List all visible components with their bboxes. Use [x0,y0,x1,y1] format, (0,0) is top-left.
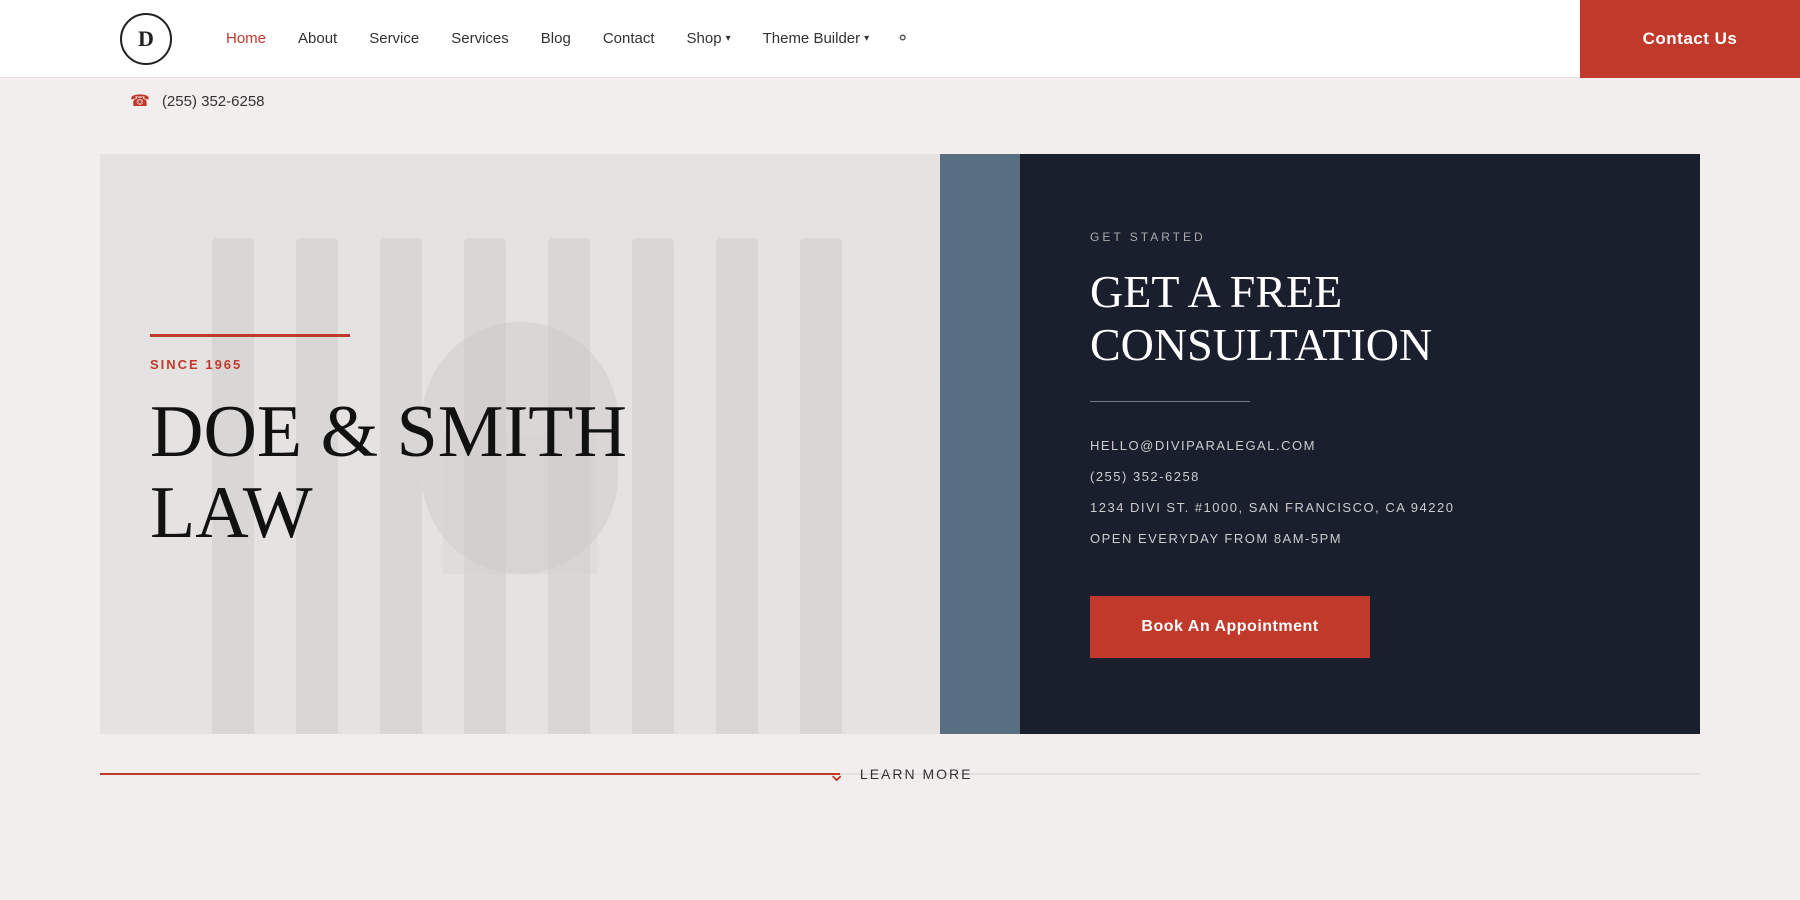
consultation-title: GET A FREE CONSULTATION [1090,266,1630,372]
chevron-down-icon[interactable]: ⌄ [827,761,845,787]
firm-name: DOE & SMITH LAW [150,392,890,555]
nav-contact[interactable]: Contact [589,30,669,47]
nav-blog[interactable]: Blog [527,30,585,47]
nav-services[interactable]: Services [437,30,523,47]
logo[interactable]: D [120,13,172,65]
book-appointment-button[interactable]: Book An Appointment [1090,596,1370,658]
contact-info: HELLO@DIVIPARALEGAL.COM (255) 352-6258 1… [1090,438,1630,546]
hero-section: SINCE 1965 DOE & SMITH LAW GET STARTED G… [100,154,1700,734]
hero-image: SINCE 1965 DOE & SMITH LAW [100,154,940,734]
nav-service[interactable]: Service [355,30,433,47]
site-header: D Home About Service Services Blog Conta… [0,0,1800,78]
red-accent-line [150,334,350,337]
search-icon[interactable]: ⚬ [895,28,910,49]
nav-theme-builder[interactable]: Theme Builder ▾ [749,30,884,47]
get-started-label: GET STARTED [1090,230,1630,244]
phone-icon: ☎ [130,91,150,111]
dark-panel: GET STARTED GET A FREE CONSULTATION HELL… [1020,154,1700,734]
phone-bar: ☎ (255) 352-6258 [0,78,1800,124]
shop-chevron-icon: ▾ [726,33,731,44]
since-label: SINCE 1965 [150,357,890,372]
blue-sidebar [940,154,1020,734]
contact-email: HELLO@DIVIPARALEGAL.COM [1090,438,1630,453]
nav-about[interactable]: About [284,30,351,47]
hero-left-content: SINCE 1965 DOE & SMITH LAW [100,154,940,734]
main-nav: Home About Service Services Blog Contact… [212,28,1800,49]
white-divider [1090,401,1250,402]
theme-builder-chevron-icon: ▾ [864,33,869,44]
contact-hours: OPEN EVERYDAY FROM 8AM-5PM [1090,531,1630,546]
contact-phone: (255) 352-6258 [1090,469,1630,484]
contact-address: 1234 DIVI ST. #1000, SAN FRANCISCO, CA 9… [1090,500,1630,515]
learn-more-label[interactable]: LEARN MORE [860,766,973,782]
learn-more-section: ⌄ LEARN MORE [0,734,1800,814]
nav-home[interactable]: Home [212,30,280,47]
phone-number: (255) 352-6258 [162,93,265,110]
hero-right-panel: GET STARTED GET A FREE CONSULTATION HELL… [940,154,1700,734]
nav-shop[interactable]: Shop ▾ [673,30,745,47]
contact-us-button[interactable]: Contact Us [1580,0,1800,78]
logo-circle: D [120,13,172,65]
